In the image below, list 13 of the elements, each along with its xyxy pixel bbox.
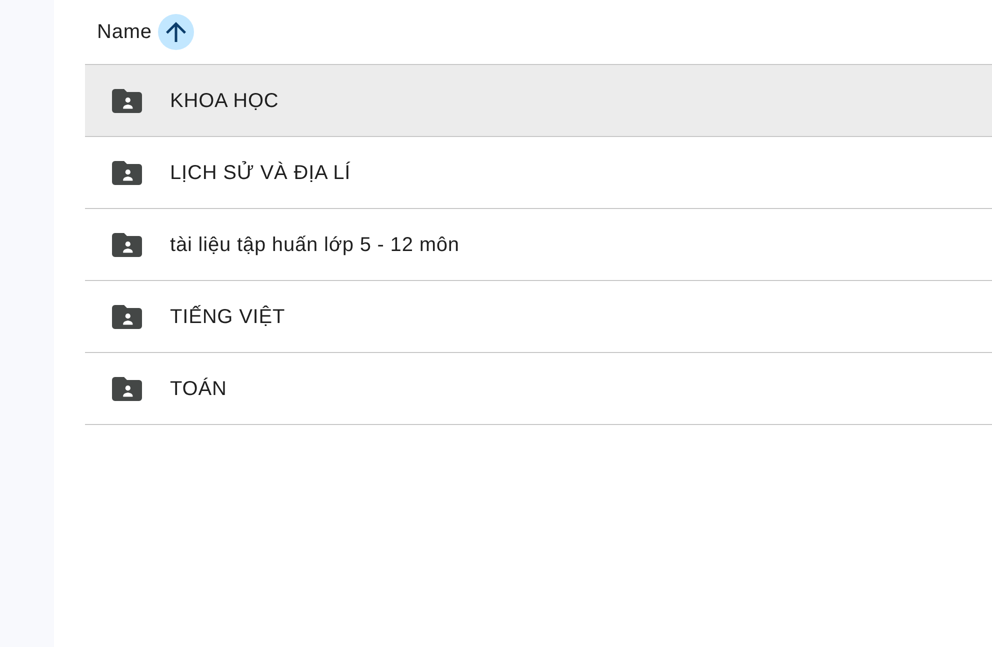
sort-button[interactable]	[158, 14, 194, 50]
shared-folder-icon	[112, 88, 142, 112]
column-header[interactable]: Name	[97, 20, 152, 44]
folder-name: KHOA HỌC	[170, 88, 279, 112]
folder-name: TOÁN	[170, 376, 227, 400]
folder-name: TIẾNG VIỆT	[170, 304, 286, 328]
folder-row[interactable]: KHOA HỌC	[85, 65, 992, 137]
shared-folder-icon	[112, 304, 142, 328]
shared-folder-icon	[112, 232, 142, 256]
shared-folder-icon	[112, 376, 142, 400]
folder-name: tài liệu tập huấn lớp 5 - 12 môn	[170, 232, 460, 256]
shared-folder-icon	[112, 160, 142, 184]
folder-name: LỊCH SỬ VÀ ĐỊA LÍ	[170, 160, 351, 184]
